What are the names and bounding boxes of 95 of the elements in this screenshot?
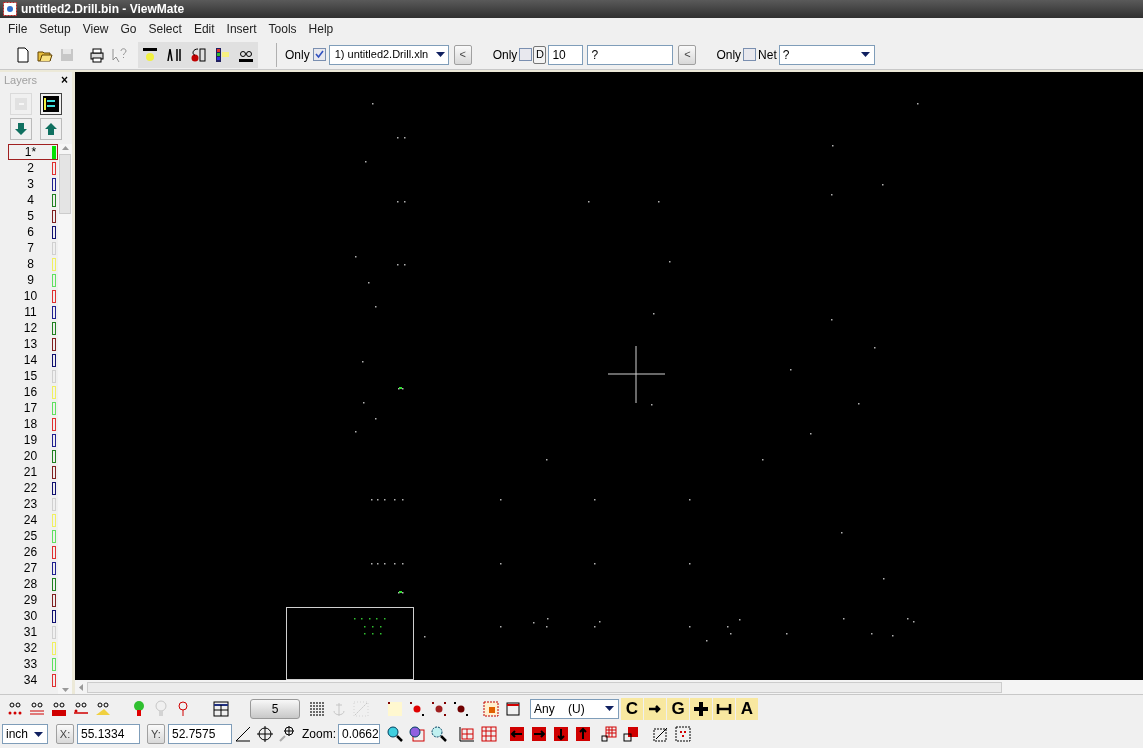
layer-row[interactable]: 26	[8, 544, 58, 560]
close-button[interactable]: ×	[61, 74, 68, 86]
dcode-value-field[interactable]: ?	[587, 44, 674, 65]
menu-item[interactable]: File	[2, 20, 34, 38]
layer-row[interactable]: 21	[8, 464, 58, 480]
layer-row[interactable]: 28	[8, 576, 58, 592]
letter-tool-button[interactable]: A	[736, 697, 758, 720]
menu-item[interactable]: Help	[302, 20, 340, 38]
menu-item[interactable]: Insert	[220, 20, 263, 38]
previous-button[interactable]: <	[453, 44, 472, 65]
dcode-field[interactable]: 10	[548, 44, 584, 65]
horizontal-scrollbar[interactable]	[75, 680, 1143, 694]
letter-tool-button[interactable]: C	[621, 697, 643, 720]
layer-row[interactable]: 29	[8, 592, 58, 608]
menu-item[interactable]: Edit	[187, 20, 221, 38]
zoom-field[interactable]: 0.0662	[338, 724, 380, 744]
checkbox[interactable]	[519, 48, 533, 61]
scrollbar-thumb[interactable]	[59, 154, 71, 214]
layer-row[interactable]: 8	[8, 256, 58, 272]
grid-icon[interactable]	[478, 723, 500, 745]
menu-item[interactable]: Setup	[33, 20, 77, 38]
scroll-down-icon[interactable]	[61, 688, 69, 692]
scrollbar-thumb[interactable]	[87, 681, 1002, 693]
layer-row[interactable]: 16	[8, 384, 58, 400]
layer-row[interactable]: 4	[8, 192, 58, 208]
app-icon	[3, 2, 17, 16]
layer-row[interactable]: 30	[8, 608, 58, 624]
only-label: Only	[492, 46, 518, 64]
letter-tool-button[interactable]: G	[667, 697, 689, 720]
layer-row[interactable]: 27	[8, 560, 58, 576]
y-button[interactable]: Y:	[147, 724, 165, 744]
layer-row[interactable]: 2	[8, 160, 58, 176]
layer-row[interactable]: 24	[8, 512, 58, 528]
layer-row[interactable]: 9	[8, 272, 58, 288]
layer-row[interactable]: 10	[8, 288, 58, 304]
arrow-tool-icon[interactable]	[644, 697, 666, 720]
layer-row[interactable]: 13	[8, 336, 58, 352]
caret-icon	[605, 706, 614, 711]
only-label: Only	[285, 46, 310, 64]
layer-row[interactable]: 25	[8, 528, 58, 544]
grid-small-icon[interactable]	[598, 723, 620, 745]
zoom-window-icon[interactable]	[406, 723, 428, 745]
panel-title: Layers	[4, 72, 38, 88]
layer-row[interactable]: 31	[8, 624, 58, 640]
caret-icon	[860, 52, 870, 57]
caret-icon	[34, 731, 43, 737]
layer-row[interactable]: 19	[8, 432, 58, 448]
caret-icon	[435, 52, 445, 57]
x-coordinate-field[interactable]: 55.1334	[77, 724, 140, 744]
span-tool-icon[interactable]	[713, 697, 735, 720]
layer-row[interactable]: 34	[8, 672, 58, 688]
arrow-up-icon[interactable]	[40, 118, 62, 140]
layer-row[interactable]: 15	[8, 368, 58, 384]
window-title: untitled2.Drill.bin - ViewMate	[21, 1, 185, 18]
layer-row[interactable]: 5	[8, 208, 58, 224]
menu-item[interactable]: Select	[142, 20, 188, 38]
page-button[interactable]: 5	[250, 698, 300, 719]
dcode-button[interactable]: D	[533, 45, 547, 64]
zoom-label: Zoom:	[302, 726, 336, 743]
menu-item[interactable]: Go	[114, 20, 143, 38]
layer-row[interactable]: 22	[8, 480, 58, 496]
y-coordinate-field[interactable]: 52.7575	[168, 724, 232, 744]
menu-item[interactable]: Tools	[262, 20, 303, 38]
checkbox[interactable]	[312, 48, 326, 61]
crosshair-circle-icon[interactable]	[254, 723, 276, 745]
scroll-left-icon[interactable]	[79, 683, 83, 691]
layer-row[interactable]: 17	[8, 400, 58, 416]
vertical-scrollbar[interactable]	[58, 144, 72, 694]
layer-dropdown[interactable]: 1) untitled2.Drill.xln	[328, 44, 449, 65]
layer-row[interactable]: 3	[8, 176, 58, 192]
previous-button[interactable]: <	[678, 44, 697, 65]
layer-row[interactable]: 14	[8, 352, 58, 368]
select-dots-icon[interactable]	[672, 723, 694, 745]
cross-tool-icon[interactable]	[690, 697, 712, 720]
layer-row[interactable]: 11	[8, 304, 58, 320]
layer-row[interactable]: 12	[8, 320, 58, 336]
layer-row[interactable]: 6	[8, 224, 58, 240]
layer-row[interactable]: 33	[8, 656, 58, 672]
checkbox[interactable]	[743, 48, 757, 61]
only-label: Only	[716, 46, 742, 64]
net-label: Net	[758, 46, 777, 64]
arrow-down-icon[interactable]	[10, 118, 32, 140]
layer-row[interactable]: 32	[8, 640, 58, 656]
layer-row[interactable]: 7	[8, 240, 58, 256]
layer-row[interactable]: 18	[8, 416, 58, 432]
layer-swap-icon[interactable]	[40, 93, 62, 115]
scroll-up-icon[interactable]	[61, 146, 69, 150]
net-dropdown[interactable]: ?	[778, 44, 875, 65]
x-button[interactable]: X:	[56, 724, 74, 744]
layer-row[interactable]: 23	[8, 496, 58, 512]
units-dropdown[interactable]: inch	[2, 724, 48, 744]
menu-item[interactable]: View	[76, 20, 115, 38]
filter-dropdown[interactable]: Any (U)	[530, 698, 619, 719]
layer-row[interactable]: 1*	[8, 144, 58, 160]
layer-row[interactable]: 20	[8, 448, 58, 464]
